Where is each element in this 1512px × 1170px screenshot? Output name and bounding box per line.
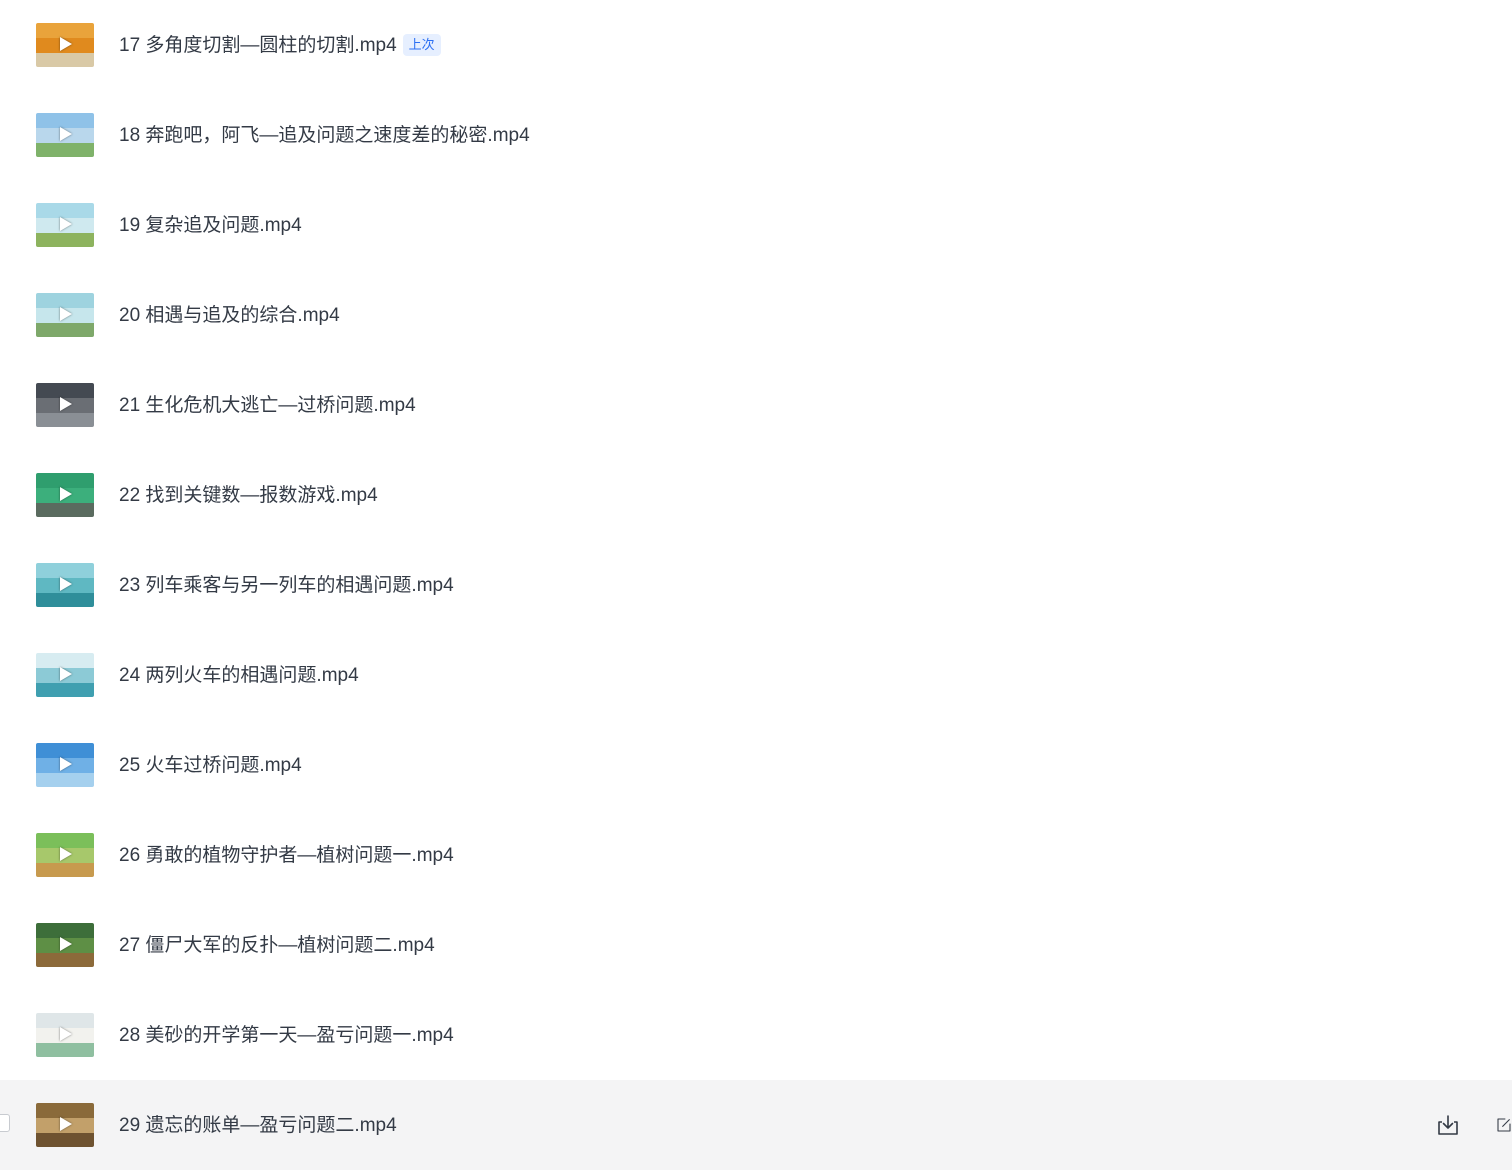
video-thumbnail-icon[interactable] [36,293,94,337]
thumbnail-band [36,413,94,427]
thumbnail-band [36,23,94,38]
share-icon[interactable] [1496,1113,1512,1137]
file-name[interactable]: 29 遗忘的账单—盈亏问题二.mp4 [119,1114,397,1138]
play-icon [60,217,72,231]
video-thumbnail-icon[interactable] [36,383,94,427]
file-name-text[interactable]: 21 生化危机大逃亡—过桥问题.mp4 [119,395,416,416]
thumbnail-band [36,143,94,157]
thumbnail-band [36,743,94,758]
play-icon [60,127,72,141]
play-icon [60,307,72,321]
thumbnail-band [36,233,94,247]
file-name[interactable]: 17 多角度切割—圆柱的切割.mp4 上次 [119,34,441,58]
play-icon [60,1027,72,1041]
file-name[interactable]: 24 两列火车的相遇问题.mp4 [119,664,359,688]
thumbnail-band [36,833,94,848]
thumbnail-band [36,1103,94,1118]
video-thumbnail-icon[interactable] [36,23,94,67]
thumbnail-band [36,923,94,938]
thumbnail-band [36,383,94,398]
file-name[interactable]: 27 僵尸大军的反扑—植树问题二.mp4 [119,934,435,958]
file-row[interactable]: 17 多角度切割—圆柱的切割.mp4 上次 [0,0,1512,90]
file-row[interactable]: 20 相遇与追及的综合.mp4 [0,270,1512,360]
video-thumbnail-icon[interactable] [36,1013,94,1057]
file-name-text[interactable]: 23 列车乘客与另一列车的相遇问题.mp4 [119,575,454,596]
video-thumbnail-icon[interactable] [36,563,94,607]
thumbnail-band [36,203,94,218]
thumbnail-band [36,683,94,697]
file-row[interactable]: 18 奔跑吧，阿飞—追及问题之速度差的秘密.mp4 [0,90,1512,180]
play-icon [60,577,72,591]
file-name-text[interactable]: 24 两列火车的相遇问题.mp4 [119,665,359,686]
thumbnail-band [36,1133,94,1147]
download-icon[interactable] [1436,1113,1460,1137]
video-thumbnail-icon[interactable] [36,473,94,517]
thumbnail-band [36,1013,94,1028]
file-name[interactable]: 20 相遇与追及的综合.mp4 [119,304,340,328]
file-name[interactable]: 19 复杂追及问题.mp4 [119,214,302,238]
file-name[interactable]: 26 勇敢的植物守护者—植树问题一.mp4 [119,844,454,868]
file-name[interactable]: 28 美砂的开学第一天—盈亏问题一.mp4 [119,1024,454,1048]
thumbnail-band [36,323,94,337]
thumbnail-band [36,653,94,668]
row-checkbox[interactable] [0,1114,10,1132]
video-thumbnail-icon[interactable] [36,203,94,247]
file-name-text[interactable]: 20 相遇与追及的综合.mp4 [119,305,340,326]
thumbnail-band [36,53,94,67]
play-icon [60,937,72,951]
file-row[interactable]: 22 找到关键数—报数游戏.mp4 [0,450,1512,540]
video-thumbnail-icon[interactable] [36,113,94,157]
file-name[interactable]: 22 找到关键数—报数游戏.mp4 [119,484,378,508]
file-name-text[interactable]: 26 勇敢的植物守护者—植树问题一.mp4 [119,845,454,866]
thumbnail-band [36,953,94,967]
file-row[interactable]: 26 勇敢的植物守护者—植树问题一.mp4 [0,810,1512,900]
play-icon [60,847,72,861]
file-row[interactable]: 25 火车过桥问题.mp4 [0,720,1512,810]
file-row[interactable]: 24 两列火车的相遇问题.mp4 [0,630,1512,720]
file-name[interactable]: 23 列车乘客与另一列车的相遇问题.mp4 [119,574,454,598]
file-row[interactable]: 19 复杂追及问题.mp4 [0,180,1512,270]
file-name-text[interactable]: 18 奔跑吧，阿飞—追及问题之速度差的秘密.mp4 [119,125,530,146]
file-name-text[interactable]: 17 多角度切割—圆柱的切割.mp4 [119,35,397,56]
thumbnail-band [36,563,94,578]
thumbnail-band [36,113,94,128]
thumbnail-band [36,473,94,488]
video-thumbnail-icon[interactable] [36,743,94,787]
thumbnail-band [36,593,94,607]
file-row[interactable]: 28 美砂的开学第一天—盈亏问题一.mp4 [0,990,1512,1080]
file-row[interactable]: 23 列车乘客与另一列车的相遇问题.mp4 [0,540,1512,630]
play-icon [60,37,72,51]
last-viewed-badge: 上次 [402,34,441,56]
file-name[interactable]: 18 奔跑吧，阿飞—追及问题之速度差的秘密.mp4 [119,124,530,148]
thumbnail-band [36,773,94,787]
play-icon [60,487,72,501]
play-icon [60,757,72,771]
file-row[interactable]: 21 生化危机大逃亡—过桥问题.mp4 [0,360,1512,450]
video-thumbnail-icon[interactable] [36,1103,94,1147]
video-thumbnail-icon[interactable] [36,653,94,697]
video-thumbnail-icon[interactable] [36,923,94,967]
play-icon [60,397,72,411]
file-name[interactable]: 25 火车过桥问题.mp4 [119,754,302,778]
video-thumbnail-icon[interactable] [36,833,94,877]
file-name-text[interactable]: 29 遗忘的账单—盈亏问题二.mp4 [119,1115,397,1136]
play-icon [60,1117,72,1131]
thumbnail-band [36,863,94,877]
thumbnail-band [36,1043,94,1057]
file-name-text[interactable]: 28 美砂的开学第一天—盈亏问题一.mp4 [119,1025,454,1046]
thumbnail-band [36,503,94,517]
file-row[interactable]: 27 僵尸大军的反扑—植树问题二.mp4 [0,900,1512,990]
file-name-text[interactable]: 19 复杂追及问题.mp4 [119,215,302,236]
file-name-text[interactable]: 27 僵尸大军的反扑—植树问题二.mp4 [119,935,435,956]
file-name-text[interactable]: 25 火车过桥问题.mp4 [119,755,302,776]
file-name[interactable]: 21 生化危机大逃亡—过桥问题.mp4 [119,394,416,418]
file-list: 17 多角度切割—圆柱的切割.mp4 上次 18 奔跑吧，阿飞—追及问题之速度差的秘… [0,0,1512,1170]
file-row[interactable]: 29 遗忘的账单—盈亏问题二.mp4 [0,1080,1512,1170]
file-name-text[interactable]: 22 找到关键数—报数游戏.mp4 [119,485,378,506]
thumbnail-band [36,293,94,308]
play-icon [60,667,72,681]
